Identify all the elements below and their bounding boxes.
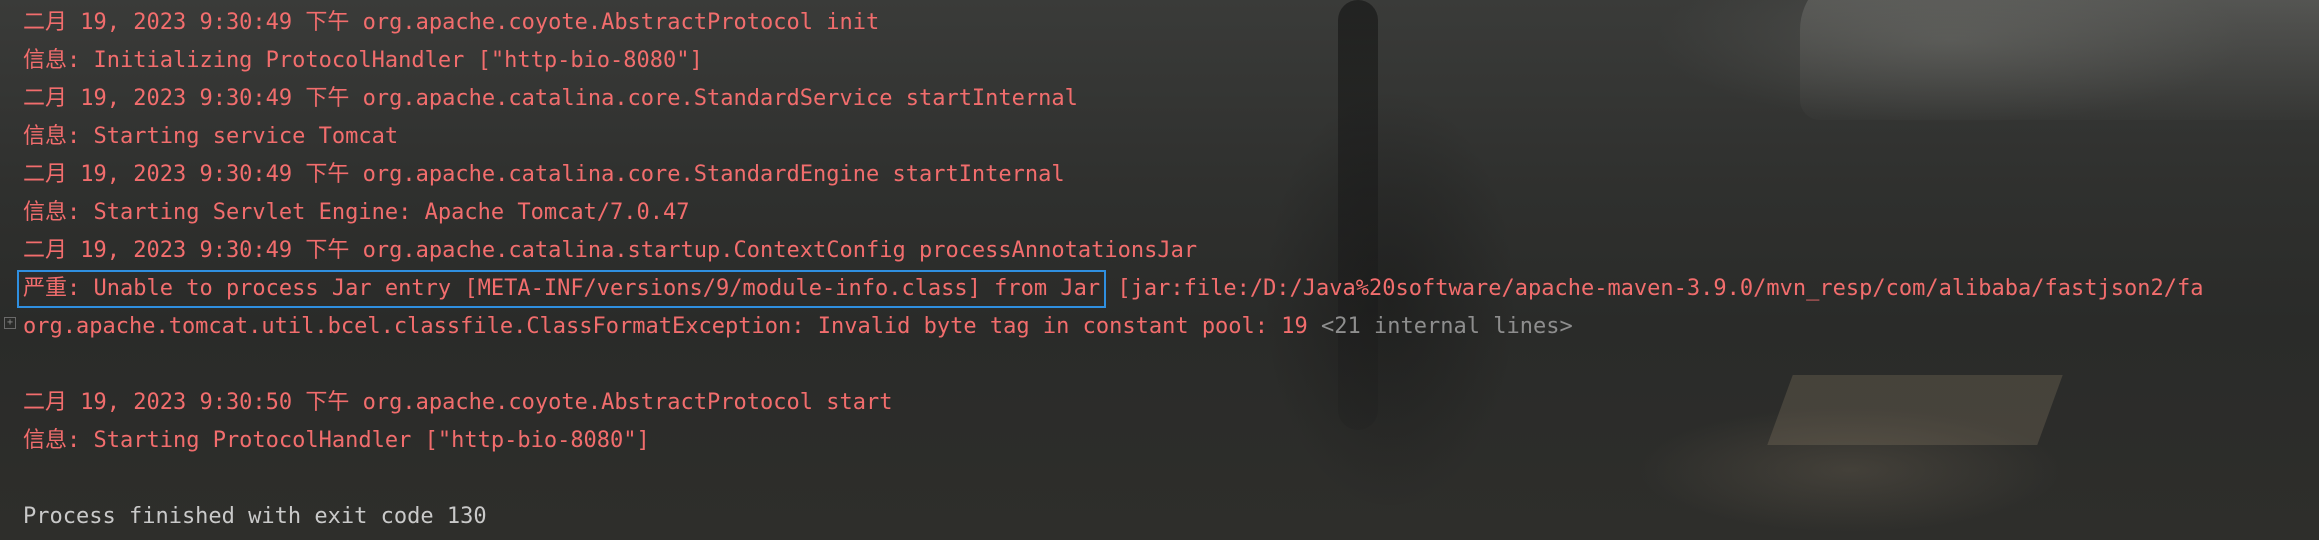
log-line: 信息: Starting service Tomcat [23,124,399,149]
process-exit-message: Process finished with exit code 130 [23,504,487,529]
exception-text: org.apache.tomcat.util.bcel.classfile.Cl… [23,314,1322,339]
log-line: 信息: Initializing ProtocolHandler ["http-… [23,48,703,73]
log-line-blank [23,346,2319,384]
log-line: 二月 19, 2023 9:30:50 下午 org.apache.coyote… [23,390,893,415]
log-line-exception: org.apache.tomcat.util.bcel.classfile.Cl… [23,308,2319,346]
log-line: 二月 19, 2023 9:30:49 下午 org.apache.catali… [23,86,1078,111]
log-line: 信息: Starting ProtocolHandler ["http-bio-… [23,428,650,453]
log-line: 二月 19, 2023 9:30:49 下午 org.apache.coyote… [23,10,880,35]
log-line: 信息: Starting Servlet Engine: Apache Tomc… [23,200,690,225]
log-line-error: 严重: Unable to process Jar entry [META-IN… [16,270,2319,308]
fold-expand-icon[interactable]: + [4,317,16,329]
run-console-output[interactable]: 二月 19, 2023 9:30:49 下午 org.apache.coyote… [0,0,2319,540]
folded-internal-lines[interactable]: <21 internal lines> [1321,314,1573,339]
log-line: 二月 19, 2023 9:30:49 下午 org.apache.catali… [23,238,1198,263]
log-line-blank [23,460,2319,498]
selected-error-text[interactable]: 严重: Unable to process Jar entry [META-IN… [16,270,1107,308]
error-jar-path: [jar:file:/D:/Java%20software/apache-mav… [1104,276,2204,301]
log-line: 二月 19, 2023 9:30:49 下午 org.apache.catali… [23,162,1065,187]
